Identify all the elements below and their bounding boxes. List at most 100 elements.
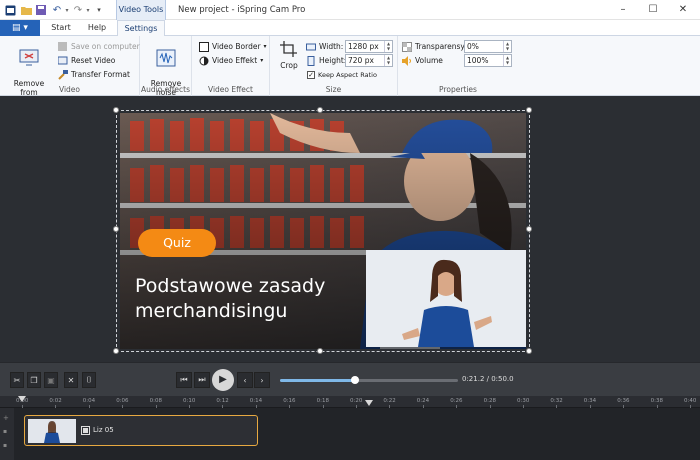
playback-scrubber-handle[interactable]	[350, 376, 359, 384]
paste-icon[interactable]: ▣	[44, 372, 58, 388]
video-group-label: Video	[58, 85, 80, 94]
tab-start[interactable]: Start	[44, 20, 78, 36]
playback-progress-fill	[280, 379, 355, 382]
video-group: Remove from computer Save on computer Re…	[0, 36, 140, 106]
crop-button[interactable]: Crop	[274, 39, 304, 70]
app-logo-icon	[4, 3, 16, 17]
maximize-button[interactable]: ☐	[638, 0, 668, 20]
width-spinner-icon[interactable]: ▲ ▼	[384, 41, 392, 52]
copy-icon[interactable]: ❐	[27, 372, 41, 388]
width-input[interactable]: 1280 px ▲ ▼	[345, 40, 393, 53]
tab-help[interactable]: Help	[80, 20, 114, 36]
selection-frame[interactable]	[116, 110, 530, 352]
timeline-tick-label: 0:22	[383, 398, 396, 404]
transfer-format-label: Transfer Format	[71, 70, 130, 79]
volume-label-row: Volume	[402, 55, 443, 67]
timeline-tick-mark	[656, 405, 658, 408]
timeline-tick-mark	[422, 405, 424, 408]
save-on-computer-label: Save on computer	[71, 42, 140, 51]
timeline-tick-mark	[322, 405, 324, 408]
timeline-tick-label: 0:18	[316, 398, 329, 404]
open-folder-icon[interactable]	[20, 3, 32, 17]
transparency-spinner-icon[interactable]: ▲ ▼	[503, 41, 511, 52]
resize-handle-top-right[interactable]	[526, 107, 532, 113]
audio-effects-group-label: Audio effects	[140, 85, 191, 94]
redo-dropdown-icon[interactable]: ▾	[84, 3, 92, 17]
resize-handle-bottom[interactable]	[317, 348, 323, 354]
mute-track-icon[interactable]: ▪	[3, 442, 7, 449]
width-icon	[306, 42, 316, 52]
volume-label: Volume	[415, 56, 443, 65]
close-button[interactable]: ✕	[668, 0, 698, 20]
split-icon[interactable]: ✕	[64, 372, 78, 388]
redo-icon[interactable]: ↷	[72, 3, 84, 17]
previous-frame-icon[interactable]: ‹	[237, 372, 253, 388]
video-border-button[interactable]: Video Border ▾	[199, 41, 267, 53]
skip-forward-icon[interactable]: ⏭	[194, 372, 210, 388]
resize-handle-bottom-right[interactable]	[526, 348, 532, 354]
trim-icon[interactable]: ⌷	[82, 372, 96, 388]
reset-video-label: Reset Video	[71, 56, 116, 65]
clip-label: Liz 05	[93, 426, 114, 434]
timeline-tick-mark	[489, 405, 491, 408]
resize-handle-right[interactable]	[526, 226, 532, 232]
reset-icon	[57, 56, 68, 66]
timeline-tick-mark	[690, 405, 691, 408]
width-label: Width:	[319, 42, 344, 51]
playback-progress-track[interactable]	[280, 376, 458, 384]
undo-icon[interactable]: ↶	[51, 3, 63, 17]
timeline-tick-mark	[189, 405, 190, 408]
height-spinner-icon[interactable]: ▲ ▼	[384, 55, 392, 66]
video-border-label: Video Border	[212, 42, 261, 51]
timeline-start-marker[interactable]	[18, 396, 26, 402]
tab-settings[interactable]: Settings	[117, 20, 165, 37]
cut-icon[interactable]: ✂	[10, 372, 24, 388]
resize-handle-top-left[interactable]	[113, 107, 119, 113]
timeline-tick-label: 0:32	[550, 398, 563, 404]
save-icon[interactable]	[35, 3, 47, 17]
effect-icon	[199, 56, 209, 66]
next-frame-icon[interactable]: ›	[254, 372, 270, 388]
timeline-tick-mark	[289, 405, 291, 408]
timeline-tick-mark	[456, 405, 458, 408]
height-icon	[306, 56, 316, 66]
resize-handle-top[interactable]	[317, 107, 323, 113]
file-menu-button[interactable]: ▤ ▾	[0, 20, 40, 36]
transparency-value: 0%	[467, 42, 479, 51]
clip-thumbnail	[28, 419, 76, 443]
transfer-format-button[interactable]: Transfer Format	[58, 69, 130, 81]
video-effekt-button[interactable]: Video Effekt ▾	[199, 55, 263, 67]
playhead-marker[interactable]	[365, 400, 373, 406]
customize-toolbar-icon[interactable]: ▾	[95, 3, 103, 17]
timeline-tick-label: 0:24	[416, 398, 430, 404]
size-group-label: Size	[325, 85, 342, 94]
transparency-input[interactable]: 0% ▲ ▼	[464, 40, 512, 53]
video-effekt-label: Video Effekt	[212, 56, 258, 65]
video-tools-context-tab: Video Tools	[116, 0, 166, 20]
volume-input[interactable]: 100% ▲ ▼	[464, 54, 512, 67]
save-on-computer-button: Save on computer	[58, 41, 140, 53]
resize-handle-left[interactable]	[113, 226, 119, 232]
play-button[interactable]: ▶	[212, 369, 234, 391]
width-value: 1280 px	[348, 42, 379, 51]
timeline-clip[interactable]: Liz 05	[24, 415, 258, 446]
volume-spinner-icon[interactable]: ▲ ▼	[503, 55, 511, 66]
timeline-ruler[interactable]: 0:00 0:02 0:04 0:06 0:08 0:10 0:12 0:14 0:16 0:18…	[0, 396, 700, 408]
resize-handle-bottom-left[interactable]	[113, 348, 119, 354]
skip-back-icon[interactable]: ⏮	[176, 372, 192, 388]
keep-aspect-checkbox[interactable]: ✓	[307, 71, 315, 79]
add-track-icon[interactable]: +	[3, 414, 9, 422]
timeline-tick-mark	[155, 405, 157, 408]
timeline-tick-mark	[589, 405, 591, 408]
height-label: Height:	[319, 56, 347, 65]
timeline-tick-label: 0:36	[617, 398, 630, 404]
undo-dropdown-icon[interactable]: ▾	[63, 3, 71, 17]
timeline-tick-label: 0:30	[517, 398, 530, 404]
video-effect-group-label: Video Effect	[208, 85, 253, 94]
minimize-button[interactable]: –	[608, 0, 638, 20]
lock-track-icon[interactable]: ▪	[3, 428, 7, 435]
reset-video-button[interactable]: Reset Video	[57, 55, 116, 67]
playback-bar: ✂ ❐ ▣ ✕ ⌷ ⏮ ⏭ ▶ ‹ › 0:21.2 / 0:50.0	[0, 362, 700, 396]
timeline-track-controls: + ▪ ▪	[0, 408, 14, 460]
height-input[interactable]: 720 px ▲ ▼	[345, 54, 393, 67]
